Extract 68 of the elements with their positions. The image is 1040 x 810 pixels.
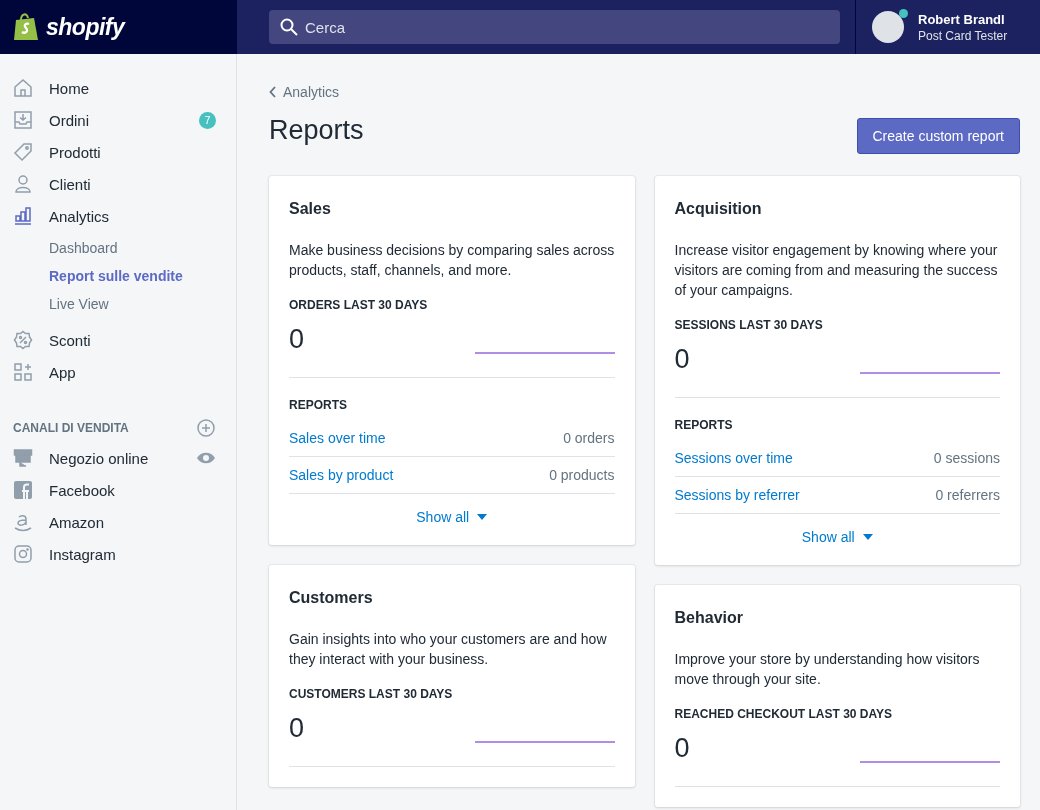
storefront-icon xyxy=(13,448,33,468)
metric-value: 0 xyxy=(674,733,690,764)
metric-value: 0 xyxy=(674,344,690,375)
breadcrumb-link[interactable]: Analytics xyxy=(269,84,1020,100)
sidebar-item[interactable]: Amazon xyxy=(0,506,236,538)
report-count: 0 referrers xyxy=(935,487,1000,503)
bar-chart-icon xyxy=(13,206,33,226)
card-description: Make business decisions by comparing sales across products, staff, channels, and more. xyxy=(289,241,615,280)
sidebar-item[interactable]: Sconti xyxy=(0,324,236,356)
facebook-icon xyxy=(13,480,33,500)
page-title: Reports xyxy=(269,114,364,146)
sidebar-item[interactable]: Home xyxy=(0,72,236,104)
metric-label: SESSIONS LAST 30 DAYS xyxy=(674,318,824,332)
user-role: Post Card Tester xyxy=(918,28,1008,43)
sidebar-item[interactable]: Instagram xyxy=(0,538,236,570)
report-link[interactable]: Sales by product xyxy=(289,467,394,483)
letter-a-icon xyxy=(13,512,33,532)
report-count: 0 sessions xyxy=(933,450,1000,466)
sidebar-subitem[interactable]: Live View xyxy=(49,290,236,318)
metric-label: ORDERS LAST 30 DAYS xyxy=(289,298,429,312)
camera-icon xyxy=(13,544,33,564)
shopping-bag-logo-icon xyxy=(12,12,40,42)
sidebar-item[interactable]: Prodotti xyxy=(0,136,236,168)
sidebar-item[interactable]: Facebook xyxy=(0,474,236,506)
percent-badge-icon xyxy=(13,330,33,350)
report-count: 0 orders xyxy=(563,430,615,446)
sidebar-subitem[interactable]: Dashboard xyxy=(49,234,236,262)
reports-heading: REPORTS xyxy=(289,398,348,412)
sidebar-item[interactable]: Ordini 7 xyxy=(0,104,236,136)
reports-heading: REPORTS xyxy=(674,418,734,432)
card-title: Acquisition xyxy=(674,200,763,218)
section-heading: CANALI DI VENDITA xyxy=(13,421,129,435)
card-description: Improve your store by understanding how visitors move through your site. xyxy=(674,650,981,689)
sidebar-item[interactable]: Negozio online xyxy=(0,442,236,474)
metric-label: REACHED CHECKOUT LAST 30 DAYS xyxy=(674,707,894,721)
tag-icon xyxy=(13,142,33,162)
chevron-left-icon xyxy=(269,86,277,98)
inbox-icon xyxy=(13,110,33,130)
card-title: Customers xyxy=(289,589,374,607)
create-report-button[interactable]: Create custom report xyxy=(856,118,1020,154)
person-icon xyxy=(13,174,33,194)
show-all-link[interactable]: Show all xyxy=(801,529,873,545)
report-link[interactable]: Sales over time xyxy=(289,430,386,446)
card-description: Increase visitor engagement by knowing where your visitors are coming from and measuring the success of your campaigns. xyxy=(674,241,999,300)
card-title: Behavior xyxy=(674,609,744,627)
search-field[interactable]: Cerca xyxy=(269,10,840,44)
sidebar-subitem[interactable]: Report sulle vendite xyxy=(49,262,236,290)
metric-label: CUSTOMERS LAST 30 DAYS xyxy=(289,687,454,701)
show-all-link[interactable]: Show all xyxy=(416,509,488,525)
sidebar-item[interactable]: App xyxy=(0,356,236,388)
caret-down-icon xyxy=(477,514,488,520)
add-circle-icon[interactable] xyxy=(196,418,216,438)
house-icon xyxy=(13,78,33,98)
caret-down-icon xyxy=(862,534,873,540)
user-name: Robert Brandl xyxy=(918,11,1006,27)
logo-wordmark[interactable]: shopify xyxy=(46,13,125,41)
sidebar-item[interactable]: Analytics xyxy=(0,200,236,232)
metric-value: 0 xyxy=(289,324,305,355)
card-title: Sales xyxy=(289,200,332,218)
apps-grid-icon xyxy=(13,362,33,382)
report-link[interactable]: Sessions over time xyxy=(674,450,793,466)
report-count: 0 products xyxy=(549,467,615,483)
sidebar-item[interactable]: Clienti xyxy=(0,168,236,200)
report-link[interactable]: Sessions by referrer xyxy=(674,487,800,503)
count-badge: 7 xyxy=(199,111,216,129)
search-icon xyxy=(279,17,299,37)
metric-value: 0 xyxy=(289,713,305,744)
card-description: Gain insights into who your customers are and how they interact with your business. xyxy=(289,630,608,669)
